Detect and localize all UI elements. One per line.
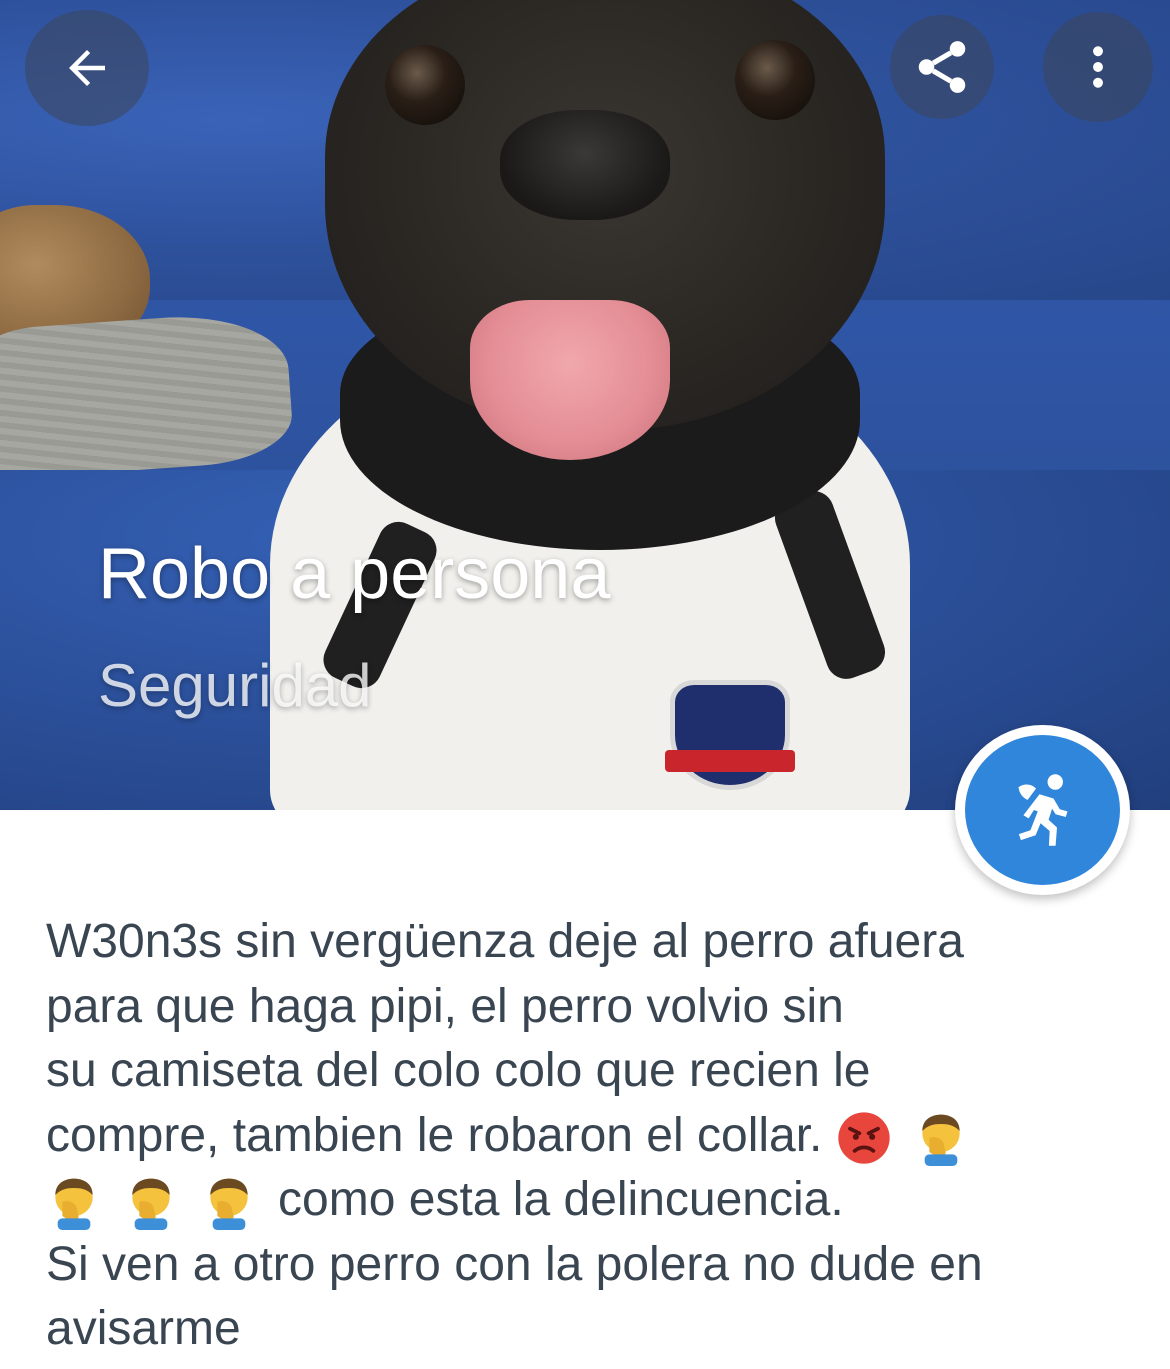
hero-photo: Robo a persona Seguridad — [0, 0, 1170, 810]
category-badge — [955, 725, 1130, 895]
thief-running-icon — [1018, 774, 1067, 846]
description-line: Si ven a otro perro con la polera no dud… — [46, 1237, 983, 1291]
report-title: Robo a persona — [98, 534, 611, 614]
more-options-button[interactable] — [1043, 12, 1153, 122]
description-line: su camiseta del colo colo que recien le — [46, 1044, 871, 1097]
dog-nose — [500, 110, 670, 220]
dog-eye — [385, 45, 465, 125]
share-button[interactable] — [890, 15, 994, 119]
angry-face-emoji — [838, 1112, 890, 1164]
club-crest — [670, 680, 790, 790]
facepalm-emoji — [132, 1178, 171, 1231]
back-button[interactable] — [25, 10, 149, 126]
description-line: compre, tambien le robaron el collar. — [46, 1104, 1146, 1169]
share-icon — [918, 41, 966, 93]
dog-eye — [735, 40, 815, 120]
facepalm-emoji — [55, 1178, 93, 1231]
report-description: W30n3s sin vergüenza deje al perro afuer… — [46, 910, 1146, 1362]
description-line: W30n3s sin vergüenza deje al perro afuer… — [46, 915, 964, 968]
facepalm-emoji — [210, 1178, 248, 1231]
description-line: como esta la delincuencia. — [46, 1168, 1146, 1233]
description-line: avisarme — [46, 1302, 241, 1355]
arrow-left-icon — [69, 50, 105, 86]
report-category: Seguridad — [98, 652, 372, 719]
more-vert-icon — [1093, 46, 1103, 88]
dog-tongue — [470, 300, 670, 460]
facepalm-emoji — [922, 1114, 960, 1166]
description-line: para que haga pipi, el perro volvio sin — [46, 979, 844, 1033]
